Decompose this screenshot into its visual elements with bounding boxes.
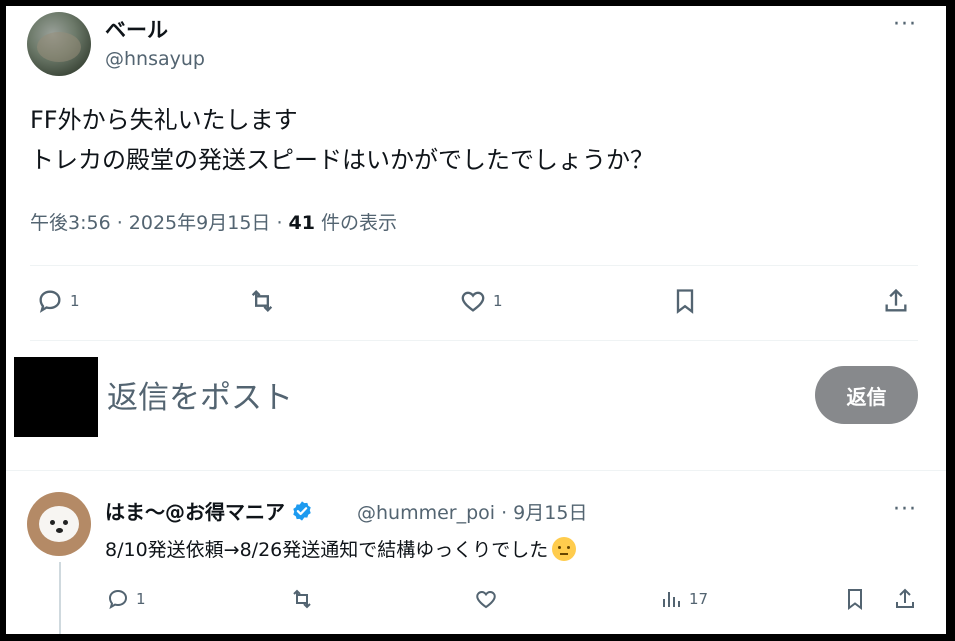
more-options-icon[interactable]: ···: [893, 497, 917, 522]
post-text: FF外から失礼いたします トレカの殿堂の発送スピードはいかがでしたでしょうか？: [30, 106, 654, 174]
bookmark-action[interactable]: [843, 587, 867, 611]
reply-author-handle[interactable]: @hummer_poi · 9月15日: [357, 498, 587, 525]
thread-line: [59, 562, 61, 634]
share-action[interactable]: [882, 287, 910, 315]
reply-count: 1: [70, 292, 80, 310]
views-suffix: 件の表示: [314, 212, 398, 234]
divider: [30, 340, 918, 341]
reply-author-avatar[interactable]: [27, 492, 91, 556]
view-count: 41: [288, 212, 315, 234]
heart-icon: [461, 291, 485, 312]
repost-icon: [293, 589, 311, 609]
post-meta: 午後3:56 · 2025年9月15日 · 41 件の表示: [30, 208, 397, 235]
bookmark-icon: [676, 289, 694, 314]
bookmark-action[interactable]: [671, 287, 699, 315]
reply-author-name[interactable]: はま～@お得マニア: [105, 496, 285, 525]
author-handle[interactable]: @hnsayup: [105, 48, 205, 70]
share-icon: [896, 588, 914, 608]
repost-action[interactable]: [290, 587, 314, 611]
views-action[interactable]: 17: [659, 587, 708, 611]
bookmark-icon: [848, 589, 862, 610]
reply-icon: [39, 290, 61, 313]
reply-button[interactable]: 返信: [815, 366, 918, 424]
more-options-icon[interactable]: ···: [893, 12, 917, 37]
dog-eye: [63, 520, 68, 525]
author-name[interactable]: ベール: [105, 14, 168, 44]
reply-action[interactable]: 1: [36, 287, 80, 315]
divider: [6, 470, 946, 471]
view-count: 17: [689, 590, 709, 608]
share-action[interactable]: [893, 587, 917, 611]
reply-count: 1: [136, 590, 146, 608]
analytics-icon: [663, 592, 680, 607]
like-action[interactable]: 1: [459, 287, 503, 315]
saluting-face-icon: [552, 536, 577, 561]
like-count: 1: [493, 292, 503, 310]
repost-action[interactable]: [248, 287, 276, 315]
reply-action[interactable]: 1: [106, 587, 146, 611]
heart-icon: [476, 590, 496, 609]
divider: [30, 265, 918, 266]
dog-avatar-icon: [39, 506, 79, 542]
reply-body: 8/10発送依頼→8/26発送通知で結構ゆっくりでした: [105, 539, 549, 561]
reply-author[interactable]: はま～@お得マニア: [105, 496, 313, 525]
dog-nose: [56, 528, 63, 533]
reply-icon: [108, 589, 128, 610]
current-user-avatar: [14, 357, 98, 437]
reply-text: 8/10発送依頼→8/26発送通知で結構ゆっくりでした: [105, 535, 577, 562]
repost-icon: [251, 290, 273, 312]
author-avatar[interactable]: [27, 12, 91, 76]
share-icon: [885, 288, 907, 312]
verified-badge-icon[interactable]: [291, 500, 313, 522]
post-timestamp[interactable]: 午後3:56 · 2025年9月15日 ·: [30, 212, 289, 234]
like-action[interactable]: [474, 587, 498, 611]
dog-eye: [50, 520, 55, 525]
reply-input[interactable]: 返信をポスト: [107, 372, 293, 417]
